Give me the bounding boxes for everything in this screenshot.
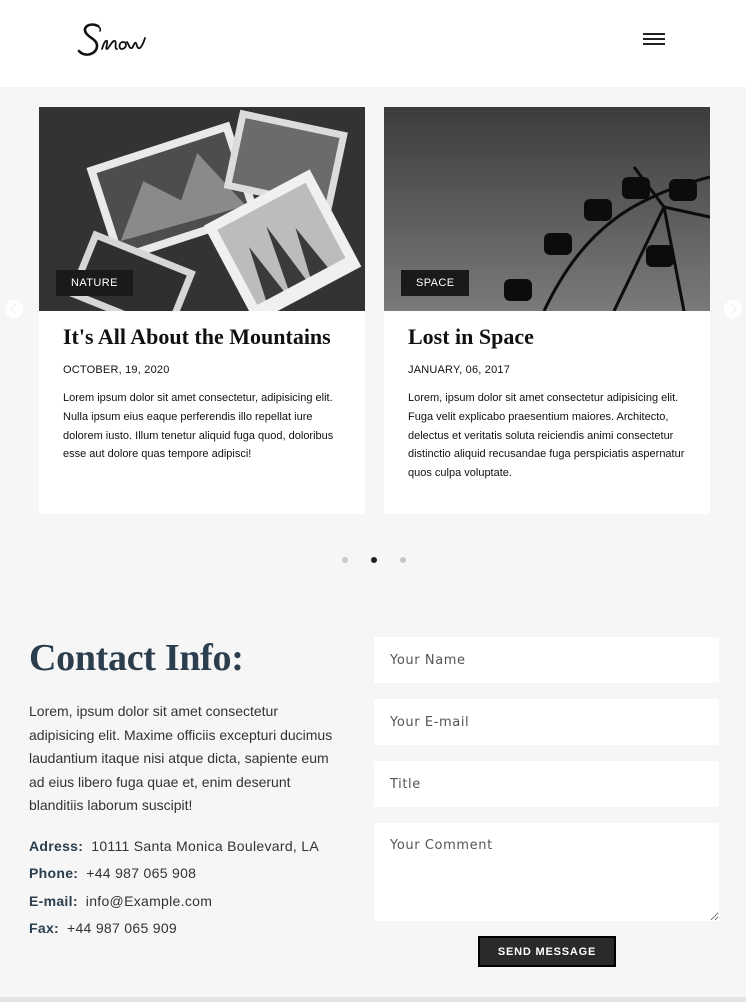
footer-divider [0,997,746,1002]
slider-pagination [340,555,410,565]
category-tag[interactable]: NATURE [56,270,133,296]
site-header [0,0,746,87]
card-title[interactable]: Lost in Space [408,325,698,349]
chevron-left-icon[interactable] [5,300,23,318]
address-label: Adress: [29,838,84,854]
name-input[interactable] [374,637,719,683]
card-excerpt: Lorem, ipsum dolor sit amet consectetur … [408,392,685,480]
address-value: 10111 Santa Monica Boulevard, LA [91,838,320,854]
card-body: Lost in Space JANUARY, 06, 2017 Lorem, i… [408,325,698,483]
hamburger-line [643,33,665,35]
logo-script-snow [77,23,146,56]
title-input[interactable] [374,761,719,807]
comment-textarea[interactable] [374,823,719,921]
contact-address: Adress: 10111 Santa Monica Boulevard, LA [29,836,319,863]
contact-info-list: Adress: 10111 Santa Monica Boulevard, LA … [29,836,319,945]
contact-fax: Fax: +44 987 065 909 [29,918,319,945]
contact-email: E-mail: info@Example.com [29,891,319,918]
chevron-right-icon[interactable] [724,300,742,318]
slider-dot-active[interactable] [371,557,377,563]
fax-label: Fax: [29,919,59,936]
slider-dot[interactable] [342,557,348,563]
hamburger-line [643,38,665,40]
hamburger-line [643,43,665,45]
send-message-button[interactable]: SEND MESSAGE [478,936,616,967]
card-date: OCTOBER, 19, 2020 [63,364,170,376]
blog-card[interactable]: SPACE Lost in Space JANUARY, 06, 2017 Lo… [384,107,710,514]
card-title[interactable]: It's All About the Mountains [63,325,353,349]
site-logo[interactable] [76,14,166,64]
blog-slider: NATURE It's All About the Mountains OCTO… [0,87,746,587]
hamburger-icon[interactable] [643,33,667,49]
email-input[interactable] [374,699,719,745]
card-date: JANUARY, 06, 2017 [408,364,511,376]
card-image-photos: NATURE [39,107,365,311]
blog-card[interactable]: NATURE It's All About the Mountains OCTO… [39,107,365,514]
phone-value[interactable]: +44 987 065 908 [86,865,196,881]
contact-description: Lorem, ipsum dolor sit amet consectetur … [29,703,333,813]
email-value[interactable]: info@Example.com [86,893,212,909]
phone-label: Phone: [29,865,79,882]
contact-phone: Phone: +44 987 065 908 [29,863,319,890]
slider-dot[interactable] [400,557,406,563]
fax-value: +44 987 065 909 [67,919,177,936]
contact-heading: Contact Info: [29,637,244,679]
card-image-ferris-wheel: SPACE [384,107,710,311]
card-excerpt: Lorem ipsum dolor sit amet consectetur, … [63,392,334,461]
email-label: E-mail: [29,892,78,909]
card-body: It's All About the Mountains OCTOBER, 19… [63,325,353,464]
category-tag[interactable]: SPACE [401,270,470,296]
